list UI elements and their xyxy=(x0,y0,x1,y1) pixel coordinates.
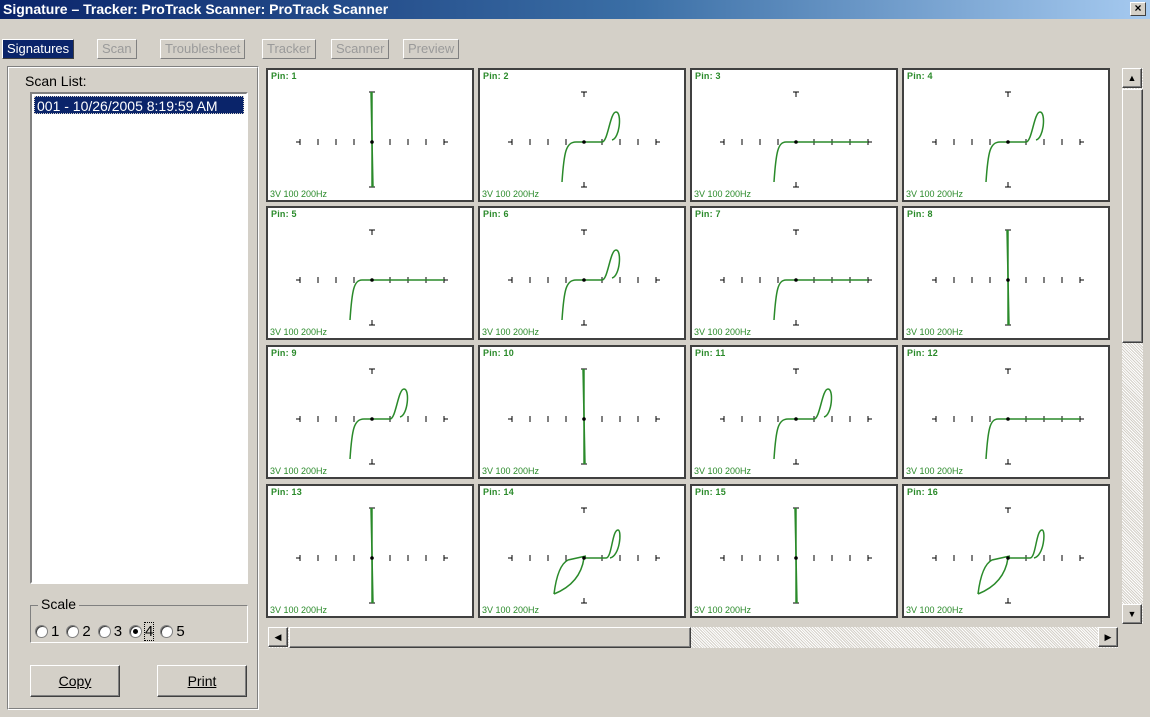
scan-list[interactable]: 001 - 10/26/2005 8:19:59 AM xyxy=(30,92,248,584)
print-button[interactable]: Print xyxy=(157,665,247,697)
signature-plot[interactable]: Pin: 6 3V 100 200Hz xyxy=(478,206,686,340)
scan-list-item[interactable]: 001 - 10/26/2005 8:19:59 AM xyxy=(34,96,244,114)
tab-scanner[interactable]: Scanner xyxy=(331,39,390,59)
radio-circle-icon xyxy=(66,624,80,638)
signature-trace xyxy=(296,91,448,188)
scale-legend: Scale xyxy=(38,596,80,612)
test-conditions: 3V 100 200Hz xyxy=(482,466,540,476)
scale-radio-4[interactable]: 4 xyxy=(129,621,155,641)
pin-label: Pin: 15 xyxy=(695,487,726,497)
signature-trace xyxy=(508,91,660,188)
test-conditions: 3V 100 200Hz xyxy=(906,327,964,337)
pin-label: Pin: 11 xyxy=(695,348,726,358)
signature-plot[interactable]: Pin: 12 3V 100 200Hz xyxy=(902,345,1110,479)
radio-circle-icon xyxy=(97,624,111,638)
signature-trace xyxy=(720,91,872,188)
test-conditions: 3V 100 200Hz xyxy=(270,605,328,615)
vertical-scroll-thumb[interactable] xyxy=(1122,89,1143,343)
test-conditions: 3V 100 200Hz xyxy=(482,327,540,337)
radio-circle-icon xyxy=(35,624,48,638)
test-conditions: 3V 100 200Hz xyxy=(270,189,328,199)
test-conditions: 3V 100 200Hz xyxy=(906,605,964,615)
pin-label: Pin: 5 xyxy=(271,209,297,219)
scale-radio-5[interactable]: 5 xyxy=(160,623,185,640)
title-bar: Signature – Tracker: ProTrack Scanner: P… xyxy=(0,0,1150,19)
signature-trace xyxy=(508,368,660,465)
signature-plot[interactable]: Pin: 14 3V 100 200Hz xyxy=(478,484,686,618)
signature-plot[interactable]: Pin: 13 3V 100 200Hz xyxy=(266,484,474,618)
signature-trace xyxy=(932,229,1084,326)
pin-label: Pin: 13 xyxy=(271,487,302,497)
radio-checked-icon xyxy=(129,624,143,638)
signature-trace xyxy=(296,368,448,465)
horizontal-scrollbar[interactable]: ◀ ▶ xyxy=(268,627,1118,648)
pin-label: Pin: 1 xyxy=(271,71,297,81)
scale-radio-2[interactable]: 2 xyxy=(66,623,91,640)
signature-trace xyxy=(296,229,448,326)
test-conditions: 3V 100 200Hz xyxy=(270,466,328,476)
signature-trace xyxy=(508,507,660,604)
signature-plot[interactable]: Pin: 7 3V 100 200Hz xyxy=(690,206,898,340)
signature-trace xyxy=(508,229,660,326)
tab-troublesheet[interactable]: Troublesheet xyxy=(160,39,246,59)
signature-plot[interactable]: Pin: 4 3V 100 200Hz xyxy=(902,68,1110,202)
test-conditions: 3V 100 200Hz xyxy=(270,327,328,337)
signature-trace xyxy=(296,507,448,604)
signature-trace xyxy=(932,368,1084,465)
scale-radio-group: 1 2 3 4 5 xyxy=(35,621,190,641)
test-conditions: 3V 100 200Hz xyxy=(694,327,752,337)
scroll-down-icon[interactable]: ▼ xyxy=(1122,604,1142,624)
signature-trace xyxy=(720,507,872,604)
scale-radio-1[interactable]: 1 xyxy=(35,623,59,640)
tab-scan[interactable]: Scan xyxy=(97,39,137,59)
signature-plot[interactable]: Pin: 3 3V 100 200Hz xyxy=(690,68,898,202)
signature-plot[interactable]: Pin: 8 3V 100 200Hz xyxy=(902,206,1110,340)
pin-label: Pin: 16 xyxy=(907,487,938,497)
pin-label: Pin: 2 xyxy=(483,71,509,81)
scroll-right-icon[interactable]: ▶ xyxy=(1098,627,1118,647)
test-conditions: 3V 100 200Hz xyxy=(482,605,540,615)
scroll-left-icon[interactable]: ◀ xyxy=(268,627,288,647)
pin-label: Pin: 9 xyxy=(271,348,297,358)
pin-label: Pin: 12 xyxy=(907,348,938,358)
close-button[interactable]: × xyxy=(1130,2,1146,16)
pin-label: Pin: 8 xyxy=(907,209,933,219)
radio-circle-icon xyxy=(160,624,174,638)
signature-plot[interactable]: Pin: 2 3V 100 200Hz xyxy=(478,68,686,202)
test-conditions: 3V 100 200Hz xyxy=(694,605,752,615)
scale-radio-3[interactable]: 3 xyxy=(97,623,122,640)
pin-label: Pin: 6 xyxy=(483,209,509,219)
window-title: Signature – Tracker: ProTrack Scanner: P… xyxy=(3,1,389,17)
tab-signatures[interactable]: Signatures xyxy=(2,39,75,59)
test-conditions: 3V 100 200Hz xyxy=(694,466,752,476)
test-conditions: 3V 100 200Hz xyxy=(906,466,964,476)
pin-label: Pin: 10 xyxy=(483,348,514,358)
test-conditions: 3V 100 200Hz xyxy=(482,189,540,199)
pin-label: Pin: 14 xyxy=(483,487,514,497)
pin-label: Pin: 3 xyxy=(695,71,721,81)
signature-plot[interactable]: Pin: 1 3V 100 200Hz xyxy=(266,68,474,202)
scroll-up-icon[interactable]: ▲ xyxy=(1122,68,1142,88)
signature-plot[interactable]: Pin: 9 3V 100 200Hz xyxy=(266,345,474,479)
pin-label: Pin: 7 xyxy=(695,209,721,219)
horizontal-scroll-thumb[interactable] xyxy=(289,627,691,648)
scan-list-label: Scan List: xyxy=(25,73,87,89)
signature-trace xyxy=(932,507,1084,604)
tab-tracker[interactable]: Tracker xyxy=(262,39,316,59)
pin-label: Pin: 4 xyxy=(907,71,933,81)
signature-grid: Pin: 1 3V 100 200Hz Pin: 2 3V 100 200Hz Pin:… xyxy=(266,68,1116,624)
vertical-scrollbar[interactable]: ▲ ▼ xyxy=(1122,68,1143,624)
copy-button[interactable]: Copy xyxy=(30,665,120,697)
signature-trace xyxy=(720,229,872,326)
signature-plot[interactable]: Pin: 16 3V 100 200Hz xyxy=(902,484,1110,618)
signature-plot[interactable]: Pin: 15 3V 100 200Hz xyxy=(690,484,898,618)
signature-trace xyxy=(720,368,872,465)
tab-preview[interactable]: Preview xyxy=(403,39,460,59)
signature-plot[interactable]: Pin: 10 3V 100 200Hz xyxy=(478,345,686,479)
test-conditions: 3V 100 200Hz xyxy=(906,189,964,199)
test-conditions: 3V 100 200Hz xyxy=(694,189,752,199)
signature-trace xyxy=(932,91,1084,188)
signature-plot[interactable]: Pin: 11 3V 100 200Hz xyxy=(690,345,898,479)
signature-plot[interactable]: Pin: 5 3V 100 200Hz xyxy=(266,206,474,340)
